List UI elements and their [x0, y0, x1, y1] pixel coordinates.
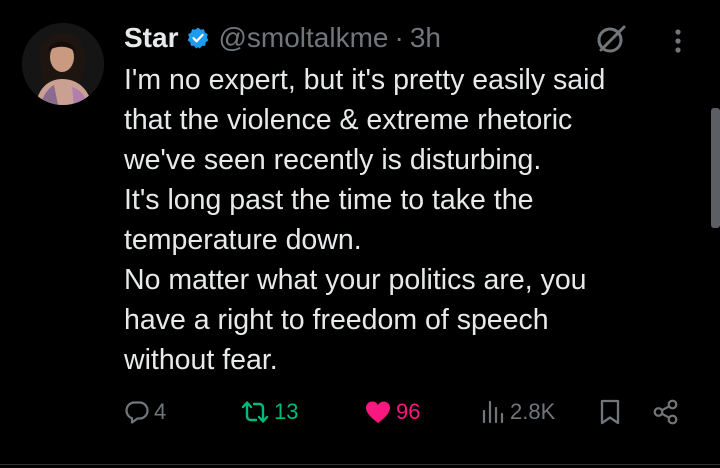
reply-button[interactable]: 4	[124, 392, 166, 432]
author-handle[interactable]: @smoltalkme	[218, 22, 388, 54]
bookmark-button[interactable]	[598, 392, 622, 432]
bookmark-icon	[598, 398, 622, 426]
verified-badge-icon	[186, 26, 210, 50]
views-button[interactable]: 2.8K	[480, 392, 555, 432]
reply-count: 4	[154, 399, 167, 424]
tweet-divider	[0, 464, 720, 465]
grok-icon[interactable]	[594, 22, 628, 56]
header-separator: ·	[394, 22, 404, 53]
tweet-text-line: No matter what your politics are, you	[124, 264, 587, 296]
tweet-text-line: that the violence & extreme rhetoric	[124, 104, 573, 136]
tweet-timestamp[interactable]: 3h	[410, 22, 441, 54]
retweet-icon	[240, 399, 270, 425]
tweet-text-line: temperature down.	[124, 224, 362, 256]
share-button[interactable]	[652, 392, 680, 432]
tweet-text-line: I'm no expert, but it's pretty easily sa…	[124, 64, 606, 96]
like-count: 96	[396, 399, 421, 424]
action-bar: 4 13 96 2.8K	[0, 392, 720, 432]
retweet-count: 13	[274, 399, 299, 424]
tweet-text-line: It's long past the time to take the	[124, 184, 534, 216]
tweet-text: I'm no expert, but it's pretty easily sa…	[124, 60, 694, 380]
retweet-button[interactable]: 13	[240, 392, 298, 432]
share-icon	[652, 398, 680, 426]
tweet-header: Star @smoltalkme · 3h	[124, 20, 441, 56]
tweet-text-line: we've seen recently is disturbing.	[124, 144, 542, 176]
avatar[interactable]	[22, 23, 104, 105]
reply-icon	[124, 399, 150, 425]
views-count: 2.8K	[510, 399, 556, 424]
tweet-text-line: have a right to freedom of speech	[124, 304, 549, 336]
tweet-text-line: without fear.	[124, 344, 278, 376]
heart-icon	[364, 399, 392, 425]
like-button[interactable]: 96	[364, 392, 420, 432]
more-options-icon[interactable]	[668, 26, 688, 56]
scrollbar-thumb[interactable]	[711, 108, 720, 228]
views-icon	[480, 399, 506, 425]
tweet-card[interactable]: Star @smoltalkme · 3h I'm no expert, but…	[0, 0, 720, 468]
author-display-name[interactable]: Star	[124, 22, 178, 54]
